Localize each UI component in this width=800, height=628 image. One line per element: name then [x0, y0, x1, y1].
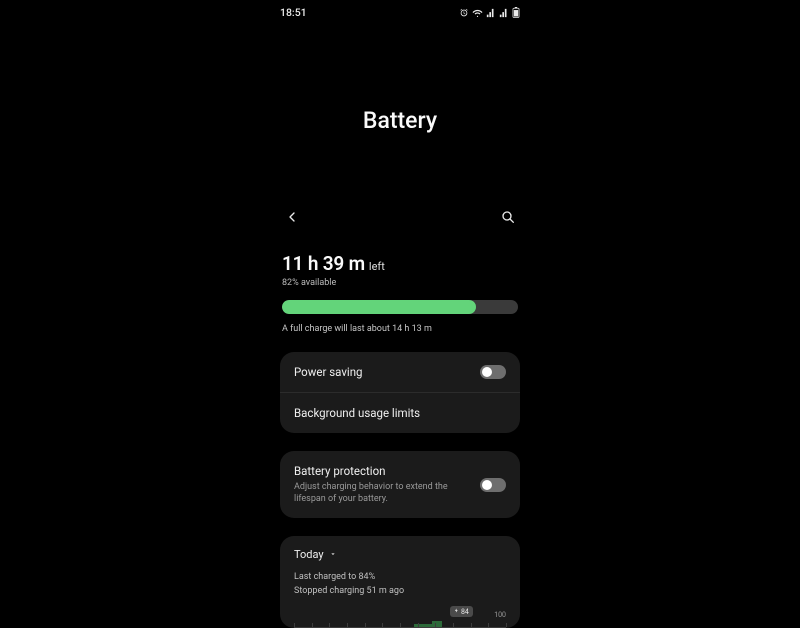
alarm-icon: [459, 8, 469, 18]
search-button[interactable]: [500, 209, 516, 229]
page-title: Battery: [266, 107, 534, 134]
usage-summary: Last charged to 84% Stopped charging 51 …: [294, 571, 506, 598]
stopped-charging-line: Stopped charging 51 m ago: [294, 585, 506, 599]
battery-protection-desc: Adjust charging behavior to extend the l…: [294, 481, 470, 505]
time-left-label: left: [369, 260, 385, 273]
usage-chart[interactable]: 84 100: [294, 612, 506, 628]
appbar: [266, 204, 534, 234]
chart-axis: [294, 620, 506, 628]
chart-charge-badge: 84: [450, 606, 473, 617]
last-charged-line: Last charged to 84%: [294, 571, 506, 585]
power-saving-label: Power saving: [294, 365, 363, 379]
usage-card: Today Last charged to 84% Stopped chargi…: [280, 536, 520, 628]
back-button[interactable]: [284, 209, 300, 229]
full-charge-note: A full charge will last about 14 h 13 m: [282, 324, 518, 334]
battery-bar-fill: [282, 300, 476, 314]
time-left-value: 11 h 39 m: [282, 252, 365, 275]
today-dropdown[interactable]: Today: [294, 548, 506, 561]
status-icons: [459, 7, 520, 18]
power-saving-toggle[interactable]: [480, 365, 506, 379]
chart-scale-max: 100: [494, 611, 506, 619]
background-limits-label: Background usage limits: [294, 406, 420, 420]
battery-bar: [282, 300, 518, 314]
percent-available: 82% available: [282, 278, 518, 288]
signal-icon: [486, 8, 496, 18]
battery-status-icon: [512, 7, 520, 18]
hero: Battery: [266, 19, 534, 204]
signal2-icon: [499, 8, 509, 18]
today-label: Today: [294, 548, 324, 561]
battery-protection-title: Battery protection: [294, 464, 470, 478]
settings-card-2: Battery protection Adjust charging behav…: [280, 451, 520, 518]
chevron-down-icon: [329, 548, 337, 561]
battery-protection-toggle[interactable]: [480, 478, 506, 492]
background-limits-row[interactable]: Background usage limits: [280, 392, 520, 433]
battery-estimate: 11 h 39 m left 82% available A full char…: [280, 234, 520, 334]
content: 11 h 39 m left 82% available A full char…: [266, 234, 534, 628]
status-time: 18:51: [280, 6, 307, 19]
settings-card-1: Power saving Background usage limits: [280, 352, 520, 433]
bolt-icon: [454, 607, 459, 616]
phone-frame: 18:51 Battery: [266, 0, 534, 600]
status-bar: 18:51: [266, 0, 534, 19]
wifi-icon: [472, 8, 483, 18]
power-saving-row[interactable]: Power saving: [280, 352, 520, 392]
chart-badge-value: 84: [461, 608, 469, 616]
battery-protection-row[interactable]: Battery protection Adjust charging behav…: [280, 451, 520, 518]
